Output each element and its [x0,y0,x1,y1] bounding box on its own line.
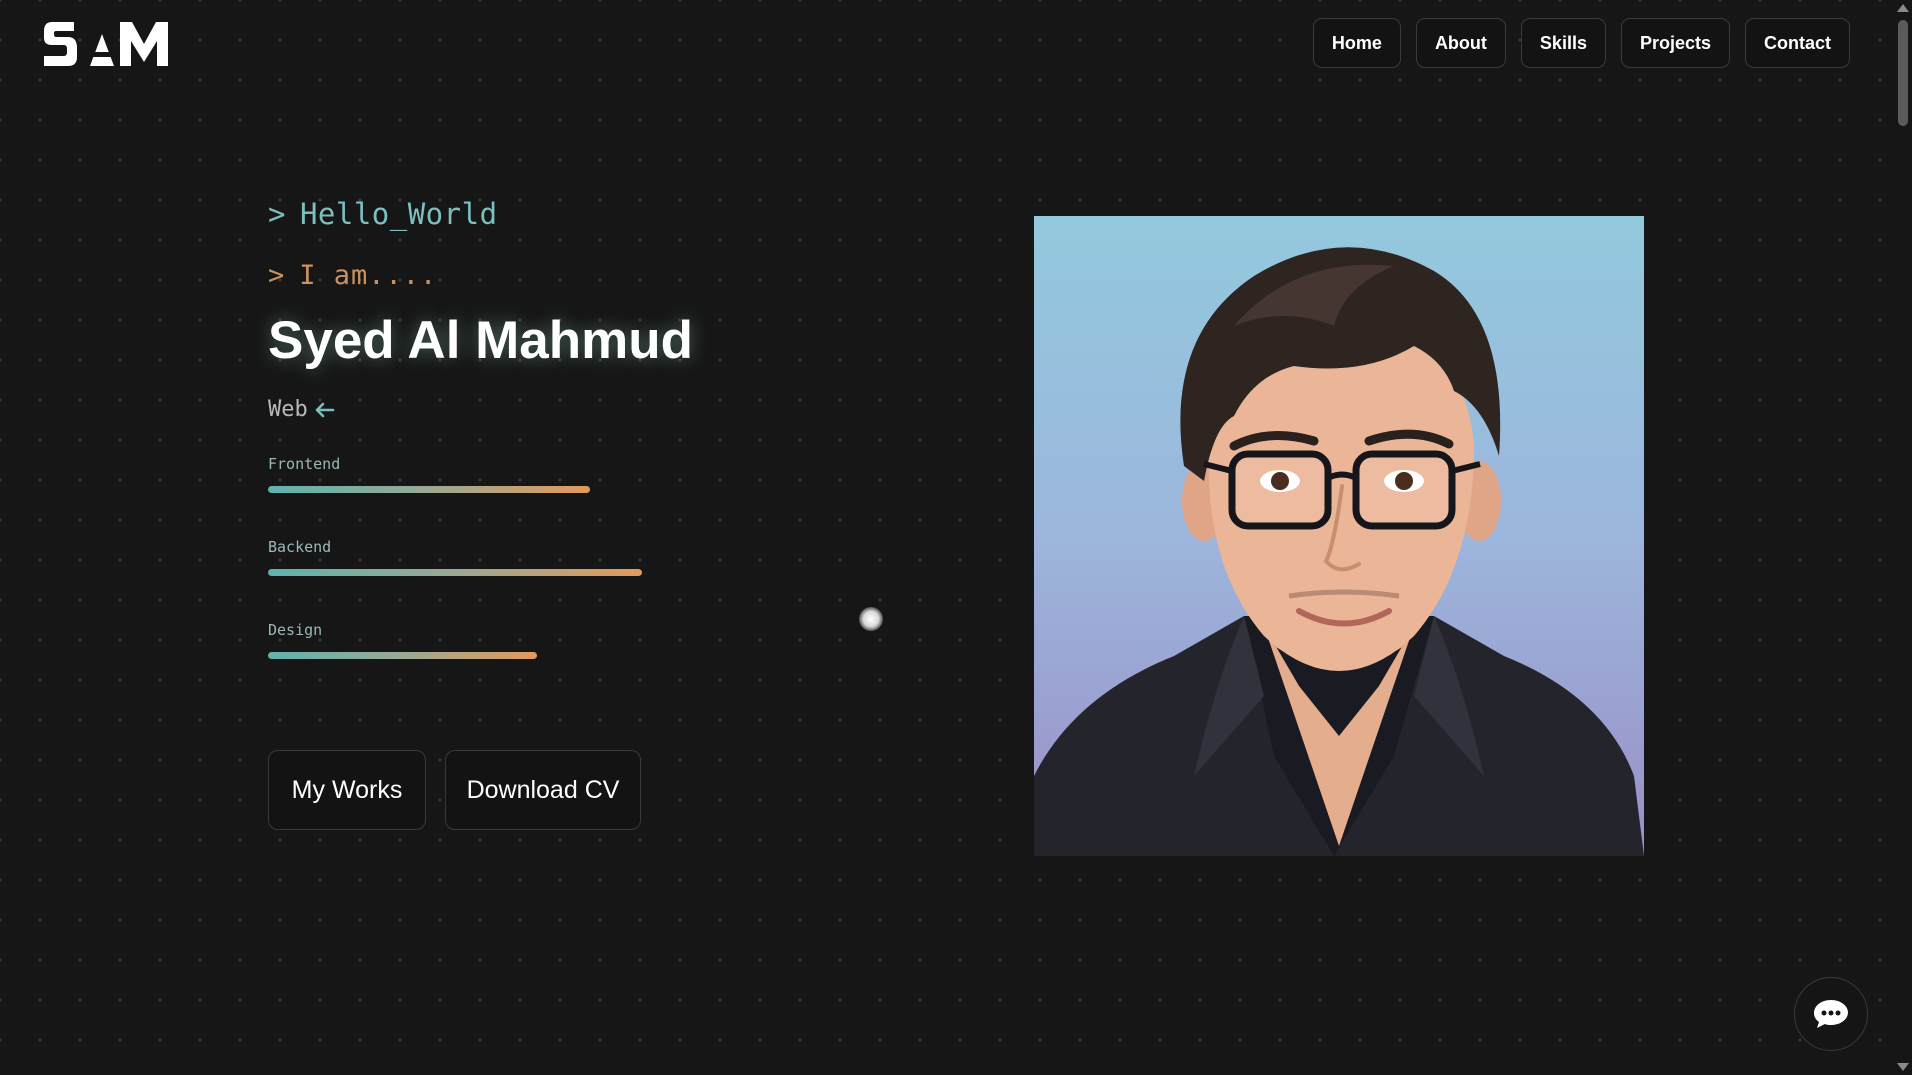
skill-bar [268,486,590,493]
profile-portrait [1034,216,1644,856]
hero-name: Syed Al Mahmud [268,311,694,370]
nav-home[interactable]: Home [1312,18,1401,68]
nav-contact[interactable]: Contact [1745,18,1850,68]
portrait-illustration [1034,247,1644,856]
skill-bar [268,569,642,576]
chat-button[interactable] [1794,977,1868,1051]
intro-line: > I am.... [268,260,437,291]
skill-label: Frontend [268,455,341,473]
intro-text: I am.... [299,260,438,291]
skill-label: Design [268,621,323,639]
greeting-line: > Hello_World [268,197,498,231]
site-logo[interactable] [40,14,175,72]
cursor-follower [859,607,883,631]
scroll-down-arrow[interactable] [1897,1063,1909,1071]
page-scrollbar[interactable] [1894,0,1912,1075]
nav-about[interactable]: About [1415,18,1506,68]
arrow-left-icon [315,402,335,417]
greeting-text: Hello_World [299,197,498,231]
main-nav: Home About Skills Projects Contact [1312,18,1850,68]
nav-projects[interactable]: Projects [1620,18,1730,68]
skill-frontend: Frontend [268,455,590,493]
scroll-thumb[interactable] [1898,20,1908,126]
my-works-button[interactable]: My Works [268,750,426,830]
skill-bar [268,652,537,659]
download-cv-button[interactable]: Download CV [445,750,641,830]
role-line: Web [268,397,336,422]
role-text: Web [268,397,308,422]
skill-design: Design [268,621,537,659]
prompt-symbol: > [268,197,286,231]
sam-logo-mark [44,22,168,66]
nav-skills[interactable]: Skills [1520,18,1606,68]
chat-bubble-icon [1814,1000,1848,1028]
prompt-symbol: > [268,260,286,291]
scroll-up-arrow[interactable] [1897,4,1909,12]
skill-backend: Backend [268,538,642,576]
skill-label: Backend [268,538,332,556]
